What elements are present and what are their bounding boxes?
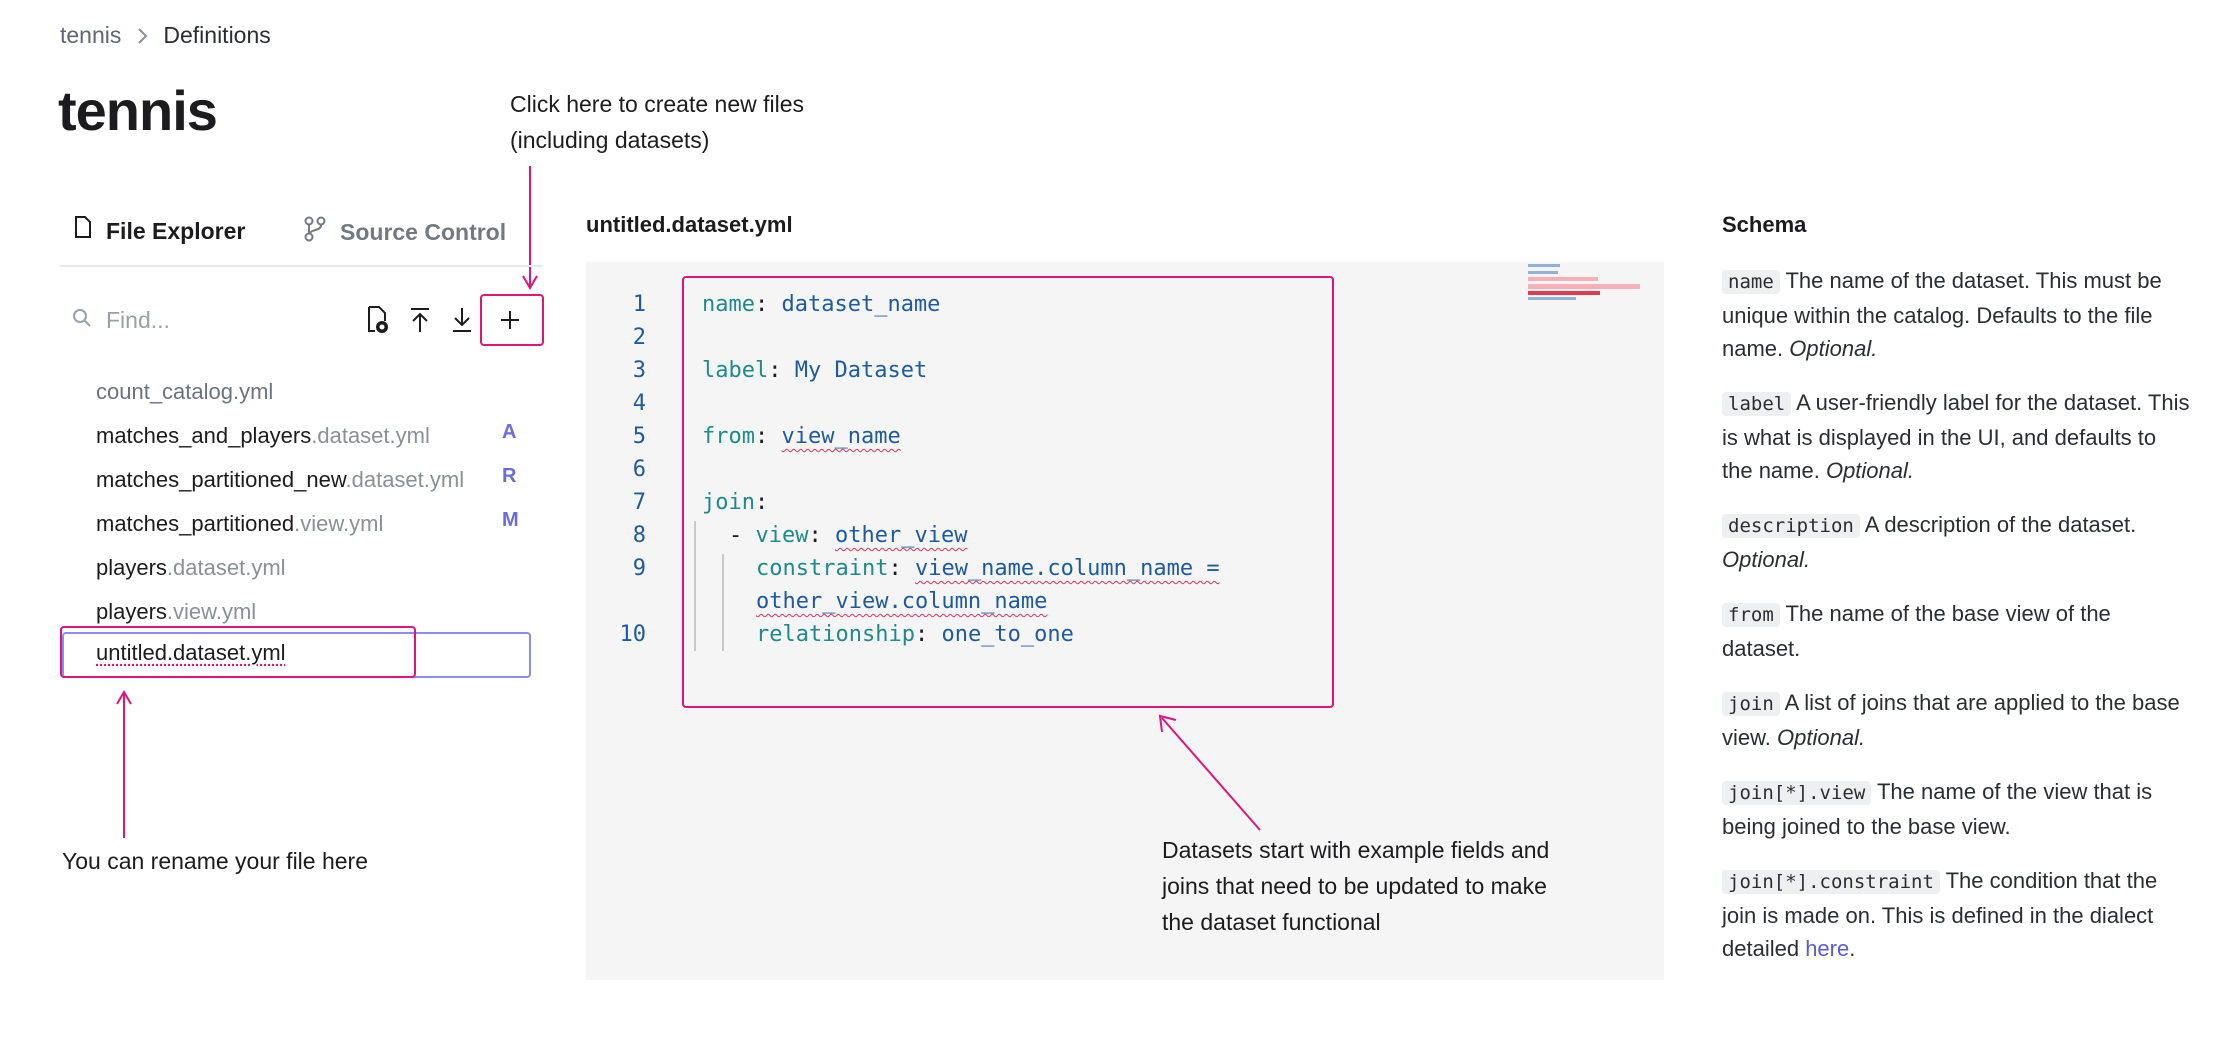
breadcrumb-root-link[interactable]: tennis [60,22,121,49]
line-number: 3 [632,358,646,383]
code-editor[interactable]: 1 2 3 4 5 6 7 8 9 10 name: dataset_name … [586,262,1664,980]
annotation-line: joins that need to be updated to make [1162,873,1547,899]
file-ext: .dataset.yml [166,555,286,580]
file-item[interactable]: matches_partitioned.view.yml [96,509,383,539]
plus-icon[interactable] [494,304,526,336]
tab-label: Source Control [340,218,507,245]
file-item[interactable]: matches_partitioned_new.dataset.yml [96,465,464,495]
line-number: 5 [632,424,646,449]
file-name: players [96,599,167,624]
file-item[interactable]: matches_and_players.dataset.yml [96,421,430,451]
schema-field-code: label [1722,392,1792,416]
annotation-create-files: Click here to create new files (includin… [510,86,804,158]
schema-field-code: join [1722,692,1780,716]
schema-item-description: description A description of the dataset… [1722,508,2190,576]
line-number: 6 [632,457,646,482]
breadcrumb-current: Definitions [163,22,271,48]
schema-field-desc: A description of the dataset. [1859,512,2137,537]
file-name: matches_and_players [96,423,312,448]
annotation-line: (including datasets) [510,127,710,153]
schema-field-code: description [1722,514,1860,538]
schema-field-optional: Optional. [1825,458,1915,483]
editor-tab-title: untitled.dataset.yml [586,212,793,237]
status-badge: A [502,421,517,443]
page-title: tennis [58,79,218,142]
line-number: 9 [632,556,646,581]
file-name: matches_partitioned_new [96,467,346,492]
schema-item-join-view: join[*].view The name of the view that i… [1722,775,2190,843]
annotation-line: Click here to create new files [510,91,805,117]
line-number: 10 [619,622,647,647]
line-number: 1 [632,292,646,317]
tab-file-explorer[interactable]: File Explorer [72,215,245,247]
schema-field-code: name [1722,270,1780,294]
file-ext: .view.yml [166,599,257,624]
annotation-datasets: Datasets start with example fields and j… [1162,832,1632,940]
schema-item-from: from The name of the base view of the da… [1722,597,2190,665]
panel-tabs: File Explorer Source Control [60,205,542,267]
schema-field-desc: The name of the dataset. This must be un… [1722,268,2162,361]
status-badge: M [502,509,519,531]
dialect-link[interactable]: here [1805,936,1849,961]
punctuation: . [1849,936,1856,961]
schema-field-optional: Optional. [1722,547,1811,572]
file-name: players [96,555,167,580]
file-name: count_catalog.yml [96,379,274,404]
line-number: 4 [632,391,646,416]
rename-highlight [60,626,416,678]
schema-field-code: join[*].constraint [1722,870,1940,894]
file-item[interactable]: players.dataset.yml [96,553,286,583]
file-name: matches_partitioned [96,511,295,536]
schema-field-desc: A user-friendly label for the dataset. T… [1722,390,2190,483]
schema-item-join-constraint: join[*].constraint The condition that th… [1722,864,2190,965]
git-branch-icon [302,215,328,249]
file-ext: .dataset.yml [345,467,465,492]
search-row [60,292,544,348]
status-badge: R [502,465,517,487]
breadcrumb: tennis Definitions [60,22,271,49]
download-icon[interactable] [446,304,478,336]
schema-field-optional: Optional. [1777,725,1866,750]
file-icon [72,215,94,247]
schema-field-desc: The name of the base view of the dataset… [1722,601,2111,661]
annotation-rename: You can rename your file here [62,848,369,874]
schema-field-optional: Optional. [1789,336,1878,361]
annotation-arrow-up [116,690,132,838]
code-highlight [682,276,1334,708]
file-item[interactable]: count_catalog.yml [96,377,273,407]
annotation-line: Datasets start with example fields and [1162,837,1550,863]
schema-field-code: from [1722,603,1780,627]
search-icon [72,308,92,333]
schema-item-label: label A user-friendly label for the data… [1722,386,2190,487]
search-input[interactable] [104,300,328,340]
tab-source-control[interactable]: Source Control [302,215,506,249]
annotation-arrow-diagonal [1158,714,1261,831]
file-ext: .view.yml [294,511,384,536]
file-ext: .dataset.yml [311,423,430,448]
file-item[interactable]: players.view.yml [96,597,256,627]
minimap[interactable] [1528,262,1648,302]
chevron-right-icon [135,26,149,46]
line-number: 2 [632,325,646,350]
schema-title: Schema [1722,212,1807,237]
schema-item-name: name The name of the dataset. This must … [1722,264,2190,365]
tab-label: File Explorer [106,217,246,244]
upload-icon[interactable] [404,304,436,336]
annotation-line: the dataset functional [1162,909,1381,935]
line-number: 8 [632,523,646,548]
schema-field-code: join[*].view [1722,781,1872,805]
line-number: 7 [632,490,646,515]
new-file-gear-icon[interactable] [362,304,394,336]
schema-item-join: join A list of joins that are applied to… [1722,686,2190,754]
